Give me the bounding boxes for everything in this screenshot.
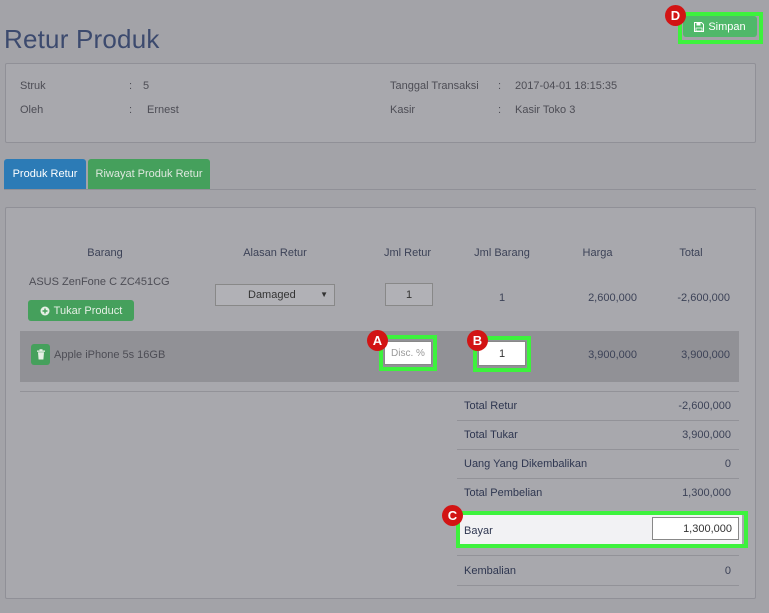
delete-row-button[interactable] xyxy=(31,344,50,365)
jml-retur-input[interactable]: 1 xyxy=(385,283,433,306)
kasir-value: Kasir Toko 3 xyxy=(515,104,576,116)
uang-dikembalikan-label: Uang Yang Dikembalikan xyxy=(464,458,588,470)
total-tukar-value: 3,900,000 xyxy=(682,429,731,441)
total-pembelian-value: 1,300,000 xyxy=(682,487,731,499)
tukar-product-button[interactable]: Tukar Product xyxy=(28,300,134,321)
header-alasan-retur: Alasan Retur xyxy=(243,247,307,259)
oleh-label: Oleh xyxy=(20,104,44,116)
row1-jml-barang: 1 xyxy=(498,292,506,304)
kembalian-label: Kembalian xyxy=(464,565,516,577)
alasan-retur-value: Damaged xyxy=(248,289,296,301)
disc-input[interactable]: Disc. % xyxy=(384,341,432,365)
summary-line xyxy=(457,555,739,556)
total-tukar-label: Total Tukar xyxy=(464,429,518,441)
marker-c: C xyxy=(442,505,463,526)
bayar-input[interactable]: 1,300,000 xyxy=(652,517,739,540)
struk-label: Struk xyxy=(20,80,46,92)
tab-produk-retur[interactable]: Produk Retur xyxy=(4,159,86,189)
kasir-separator: : xyxy=(498,104,502,116)
tanggal-value: 2017-04-01 18:15:35 xyxy=(515,80,618,92)
marker-b: B xyxy=(467,330,488,351)
total-retur-label: Total Retur xyxy=(464,400,518,412)
trash-icon xyxy=(36,349,45,360)
save-button[interactable]: Simpan xyxy=(683,16,757,37)
uang-dikembalikan-value: 0 xyxy=(724,458,731,470)
summary-line xyxy=(457,585,739,586)
summary-line xyxy=(457,449,739,450)
kembalian-value: 0 xyxy=(724,565,731,577)
header-jml-barang: Jml Barang xyxy=(474,247,530,259)
row1-product-name: ASUS ZenFone C ZC451CG xyxy=(29,276,170,288)
tanggal-separator: : xyxy=(498,80,502,92)
row1-total: -2,600,000 xyxy=(677,292,730,304)
bayar-label: Bayar xyxy=(464,525,493,537)
struk-separator: : xyxy=(129,80,133,92)
tanggal-label: Tanggal Transaksi xyxy=(390,80,479,92)
row1-harga: 2,600,000 xyxy=(588,292,637,304)
oleh-value: Ernest xyxy=(147,104,179,116)
struk-value: 5 xyxy=(143,80,150,92)
summary-line xyxy=(457,420,739,421)
chevron-down-icon: ▼ xyxy=(320,290,328,299)
row2-total: 3,900,000 xyxy=(681,349,730,361)
alasan-retur-select[interactable]: Damaged ▼ xyxy=(215,284,335,306)
marker-a: A xyxy=(367,330,388,351)
floppy-disk-icon xyxy=(694,21,705,32)
tab-riwayat-produk-retur[interactable]: Riwayat Produk Retur xyxy=(88,159,210,189)
kasir-label: Kasir xyxy=(390,104,416,116)
save-button-label: Simpan xyxy=(708,20,746,33)
header-jml-retur: Jml Retur xyxy=(383,247,432,259)
total-retur-value: -2,600,000 xyxy=(678,400,731,412)
disc-placeholder: Disc. % xyxy=(391,347,425,359)
transaction-info-panel xyxy=(5,63,756,143)
row2-product-name: Apple iPhone 5s 16GB xyxy=(54,349,166,361)
header-harga: Harga xyxy=(582,247,613,259)
row2-harga: 3,900,000 xyxy=(588,349,637,361)
oleh-separator: : xyxy=(129,104,133,116)
header-total: Total xyxy=(679,247,703,259)
marker-d: D xyxy=(665,5,686,26)
tab-divider xyxy=(4,189,756,190)
summary-line xyxy=(457,478,739,479)
page-title: Retur Produk xyxy=(4,24,160,54)
header-barang: Barang xyxy=(87,247,123,259)
summary-divider xyxy=(20,391,739,392)
plus-circle-icon xyxy=(40,306,50,315)
tukar-product-label: Tukar Product xyxy=(53,304,123,317)
total-pembelian-label: Total Pembelian xyxy=(464,487,543,499)
